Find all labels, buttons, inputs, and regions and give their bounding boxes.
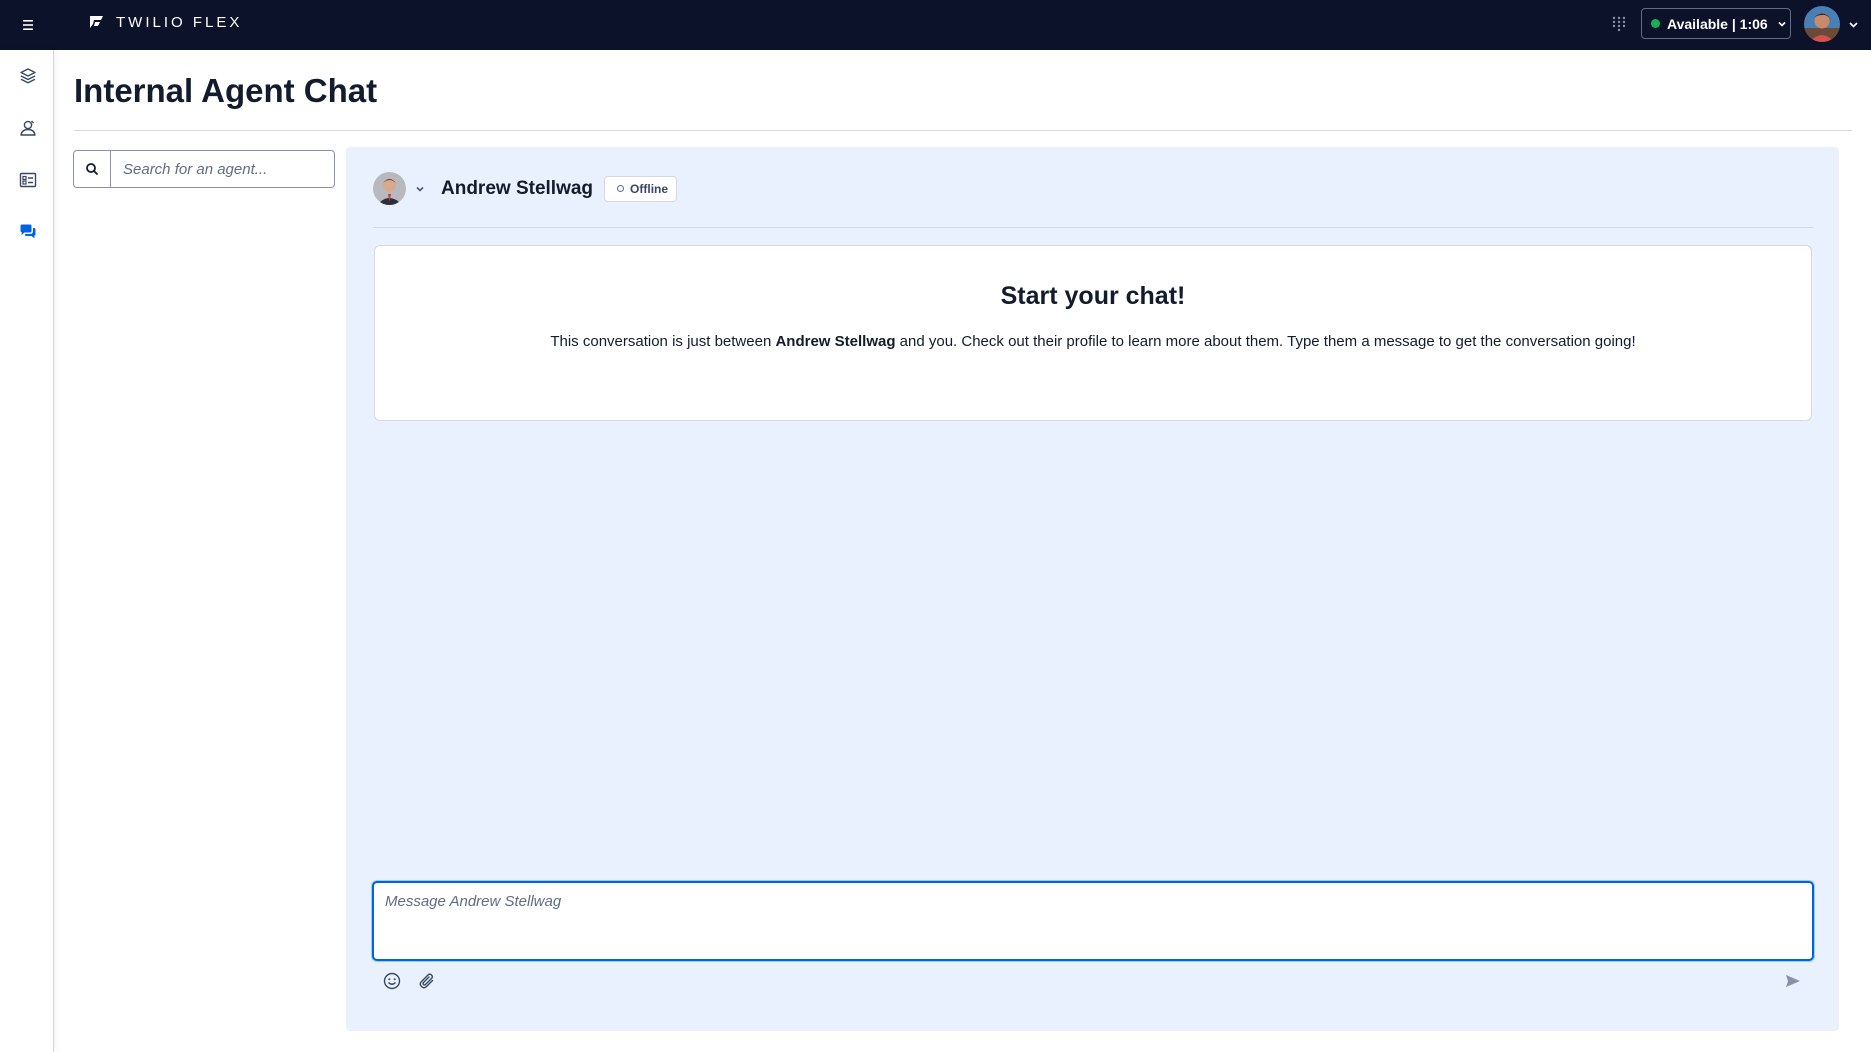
intro-contact-name: Andrew Stellwag [775, 333, 896, 350]
message-input[interactable] [374, 883, 1812, 959]
available-status-dot [1651, 19, 1660, 28]
search-icon-wrapper [74, 151, 111, 187]
divider [74, 130, 1852, 131]
teams-icon[interactable] [18, 118, 38, 138]
brand-logo: TWILIO FLEX [88, 13, 242, 31]
chevron-down-icon [1778, 21, 1786, 27]
attachment-icon[interactable] [417, 971, 437, 991]
side-nav [0, 50, 54, 1052]
contact-avatar[interactable] [373, 172, 406, 205]
user-avatar[interactable] [1804, 6, 1840, 42]
presence-label: Offline [630, 181, 669, 196]
message-composer [372, 881, 1814, 961]
queues-stats-icon[interactable] [18, 170, 38, 190]
search-input[interactable] [111, 160, 331, 178]
intro-prefix: This conversation is just between [550, 333, 776, 350]
top-bar: TWILIO FLEX Available | 1:06 [0, 0, 1871, 50]
chat-header: Andrew Stellwag Offline [373, 172, 678, 205]
twilio-flex-logo-icon [90, 16, 103, 28]
page-title: Internal Agent Chat [74, 72, 378, 109]
contact-name: Andrew Stellwag [441, 177, 594, 199]
intro-title: Start your chat! [1000, 282, 1186, 310]
send-icon[interactable] [1783, 971, 1803, 991]
brand-name: TWILIO FLEX [116, 13, 243, 31]
chat-bubbles-icon[interactable] [18, 222, 38, 242]
presence-badge: Offline [604, 175, 678, 202]
chat-panel: Andrew Stellwag Offline Start your chat!… [346, 147, 1839, 1031]
contact-avatar-image [373, 172, 406, 205]
chevron-down-icon[interactable] [415, 184, 425, 194]
intro-text: This conversation is just between Andrew… [375, 333, 1811, 350]
chat-intro-card: Start your chat! This conversation is ju… [374, 245, 1812, 421]
search-icon [86, 163, 99, 176]
intro-suffix: and you. Check out their profile to lear… [895, 333, 1636, 350]
status-label: Available | 1:06 [1667, 15, 1768, 32]
activity-status-button[interactable]: Available | 1:06 [1641, 8, 1791, 39]
emoji-icon[interactable] [382, 971, 402, 991]
divider [373, 227, 1813, 228]
dialpad-icon[interactable] [1610, 15, 1628, 33]
offline-status-icon [617, 185, 625, 192]
layers-icon[interactable] [18, 66, 38, 86]
agent-search[interactable] [73, 150, 335, 188]
chevron-down-icon[interactable] [1848, 19, 1859, 30]
hamburger-menu-icon[interactable] [18, 15, 38, 35]
user-avatar-image [1804, 6, 1840, 42]
